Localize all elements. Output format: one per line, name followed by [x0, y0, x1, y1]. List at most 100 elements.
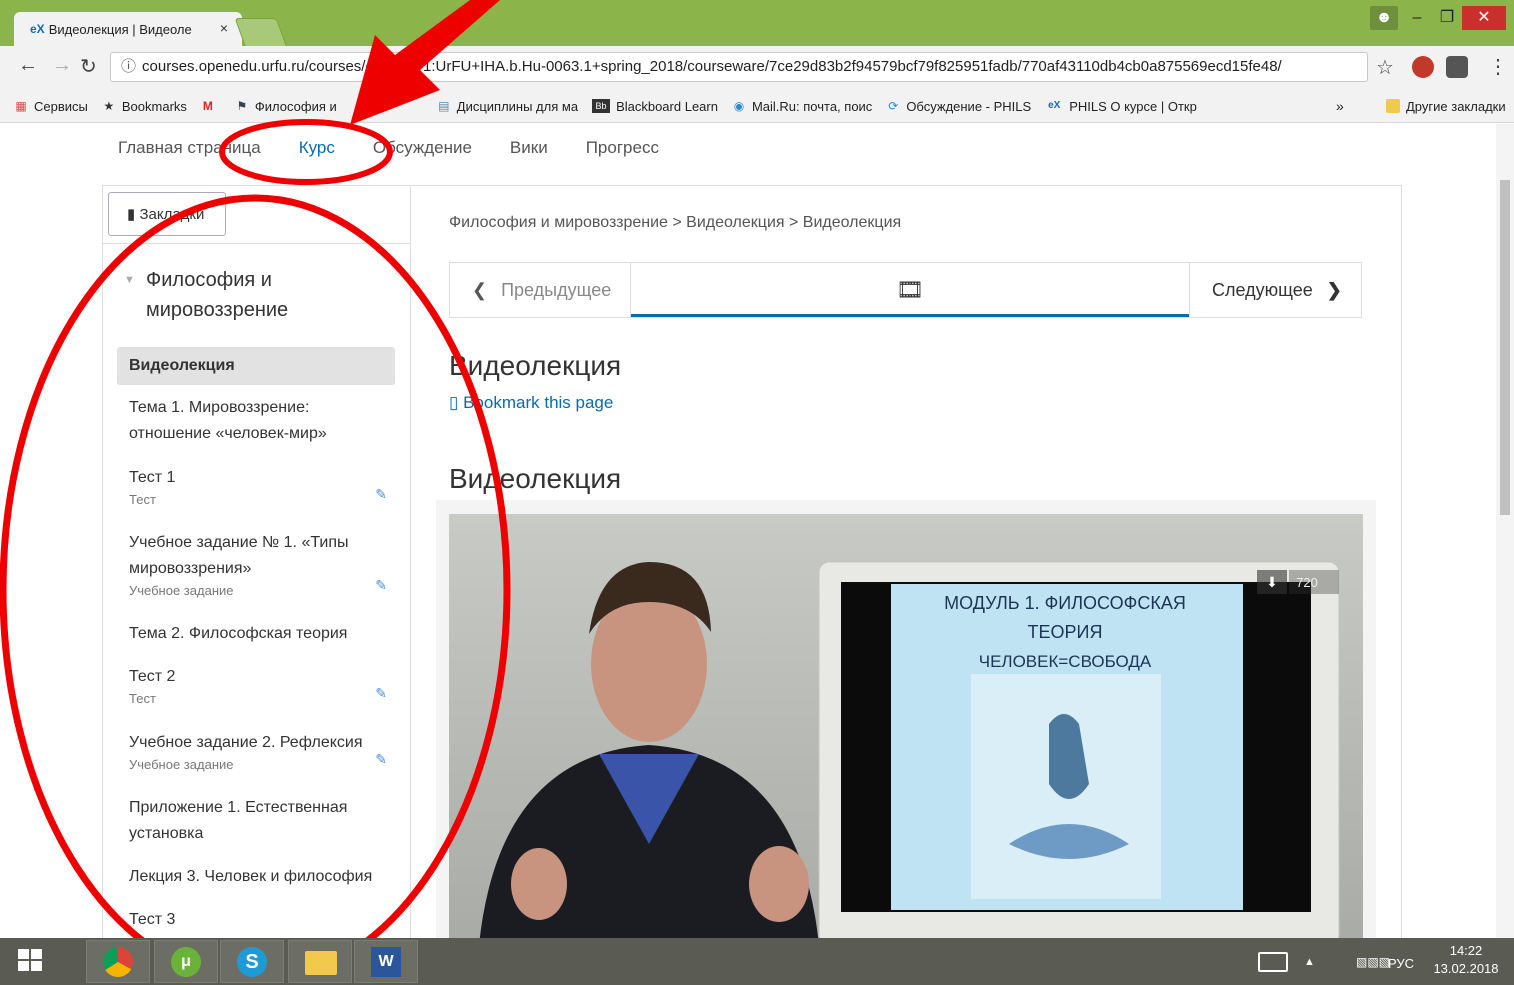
previous-button[interactable]: ❮ Предыдущее	[450, 263, 631, 317]
sidebar-item[interactable]: Тест 1 Тест ✎	[117, 465, 395, 509]
browser-tab[interactable]: eX Видеолекция | Видеоле ×	[14, 12, 242, 46]
edit-icon: ✎	[375, 751, 387, 767]
tab-course[interactable]: Курс	[299, 138, 335, 158]
video-frame-image: МОДУЛЬ 1. ФИЛОСОФСКАЯ ТЕОРИЯ ЧЕЛОВЕК=СВО…	[449, 514, 1363, 945]
tab-wiki[interactable]: Вики	[510, 138, 548, 158]
scrollbar-thumb[interactable]	[1500, 180, 1510, 515]
chevron-left-icon: ❮	[472, 280, 488, 300]
window-close-icon[interactable]: ✕	[1462, 6, 1506, 30]
course-tabs: Главная страница Курс Обсуждение Вики Пр…	[118, 138, 697, 158]
bookmark-icon: ▮	[127, 206, 136, 223]
forward-arrow-icon[interactable]: →	[52, 54, 72, 77]
bookmark-page-link[interactable]: ▯ Bookmark this page	[449, 393, 613, 413]
back-arrow-icon[interactable]: ←	[18, 54, 38, 77]
m-logo-icon: M	[202, 99, 213, 113]
site-info-icon[interactable]: ⓘ	[121, 58, 136, 75]
edit-icon: ✎	[375, 577, 387, 593]
clock-date: 13.02.2018	[1433, 961, 1499, 976]
chrome-taskbar-icon[interactable]	[86, 940, 150, 983]
doc-icon: ▤	[438, 99, 450, 113]
divider	[102, 243, 410, 244]
bookmark-item[interactable]: ▦ Сервисы	[14, 99, 88, 114]
bookmark-item[interactable]: ▤ Дисциплины для ма	[437, 99, 578, 114]
bookmarks-button[interactable]: ▮ Закладки	[108, 192, 226, 236]
sidebar-item[interactable]: Лекция 3. Человек и философия	[117, 864, 395, 890]
browser-menu-icon[interactable]: ⋮	[1488, 54, 1508, 79]
flag-icon: ⚑	[236, 99, 248, 113]
word-taskbar-icon[interactable]: W	[354, 940, 418, 983]
edx-favicon-icon: eX	[30, 22, 45, 36]
spinner-icon: ⟳	[888, 99, 899, 113]
film-icon: 🎞	[896, 277, 924, 302]
svg-text:⬇: ⬇	[1266, 574, 1278, 590]
sidebar-item[interactable]: Тема 2. Философская теория	[117, 621, 395, 647]
bookmark-item[interactable]: ⚑ Философия и	[235, 99, 337, 114]
url-text: courses.openedu.urfu.ru/courses/course-v…	[142, 58, 1282, 75]
bookmark-star-icon[interactable]: ☆	[1376, 55, 1394, 80]
video-player[interactable]: МОДУЛЬ 1. ФИЛОСОФСКАЯ ТЕОРИЯ ЧЕЛОВЕК=СВО…	[449, 514, 1363, 945]
chevron-right-icon: ❯	[1326, 280, 1342, 300]
tab-progress[interactable]: Прогресс	[586, 138, 659, 158]
unit-title: Видеолекция	[449, 350, 622, 381]
mailru-icon: ◉	[733, 99, 745, 113]
windows-start-icon[interactable]	[10, 940, 66, 983]
bookmark-item[interactable]: Bb Blackboard Learn	[592, 99, 718, 114]
star-icon: ★	[103, 99, 115, 113]
video-unit-tab[interactable]: 🎞	[631, 263, 1189, 317]
adblock-extension-icon[interactable]	[1412, 56, 1434, 78]
utorrent-taskbar-icon[interactable]: μ	[154, 940, 218, 983]
chapter-heading[interactable]: ▼ Философия и мировоззрение	[124, 265, 384, 325]
bookmark-item[interactable]: M	[201, 99, 221, 113]
browser-titlebar: eX Видеолекция | Видеоле × ☻ – ❐ ✕	[0, 0, 1514, 48]
network-signal-icon[interactable]: ▧▧▧	[1356, 955, 1390, 969]
quality-label: 720	[1296, 575, 1318, 590]
next-button[interactable]: Следующее ❯	[1189, 263, 1361, 317]
keyboard-icon[interactable]	[1258, 952, 1288, 972]
reload-icon[interactable]: ↻	[80, 54, 97, 79]
sidebar-item-active[interactable]: Видеолекция	[117, 347, 395, 385]
file-explorer-taskbar-icon[interactable]	[288, 940, 352, 983]
bookmark-item[interactable]: ⟳ Обсуждение - PHILS	[886, 99, 1031, 114]
tab-close-icon[interactable]: ×	[220, 20, 228, 36]
sidebar-item[interactable]: Приложение 1. Естественная установка	[117, 795, 395, 847]
video-title: Видеолекция	[449, 463, 622, 494]
bookmark-item[interactable]: ◉ Mail.Ru: почта, поис	[732, 99, 873, 114]
user-profile-icon[interactable]: ☻	[1370, 6, 1398, 30]
sequence-navigation: ❮ Предыдущее 🎞 Следующее ❯	[449, 262, 1362, 318]
folder-icon	[1386, 99, 1400, 113]
skype-taskbar-icon[interactable]: S	[220, 940, 284, 983]
maximize-icon[interactable]: ❐	[1430, 6, 1464, 30]
sidebar-item[interactable]: Учебное задание 2. Рефлексия Учебное зад…	[117, 730, 395, 774]
edit-icon: ✎	[375, 685, 387, 701]
apps-grid-icon: ▦	[15, 99, 27, 113]
sidebar-item[interactable]: Тест 2 Тест ✎	[117, 664, 395, 708]
tab-title: Видеолекция | Видеоле	[48, 21, 192, 37]
edit-icon: ✎	[375, 486, 387, 502]
course-sidebar: ▮ Закладки ▼ Философия и мировоззрение В…	[102, 185, 411, 945]
bookmark-outline-icon: ▯	[449, 393, 459, 412]
clock-time: 14:22	[1449, 943, 1483, 958]
url-input[interactable]: ⓘ courses.openedu.urfu.ru/courses/course-…	[110, 52, 1368, 82]
slide-line-3: ЧЕЛОВЕК=СВОБОДА	[979, 652, 1152, 671]
tab-discussion[interactable]: Обсуждение	[373, 138, 472, 158]
tray-expand-icon[interactable]: ▲	[1304, 956, 1315, 968]
edx-icon: eX	[1048, 100, 1061, 111]
bookmarks-overflow-icon[interactable]: »	[1336, 98, 1344, 114]
bookmark-item[interactable]: ★ Bookmarks	[102, 99, 186, 114]
address-toolbar: ← → ↻ ⓘ courses.openedu.urfu.ru/courses/c…	[0, 46, 1514, 90]
other-bookmarks[interactable]: Другие закладки	[1386, 99, 1506, 114]
slide-line-1: МОДУЛЬ 1. ФИЛОСОФСКАЯ	[944, 593, 1186, 613]
minimize-icon[interactable]: –	[1400, 6, 1434, 30]
sidebar-item[interactable]: Учебное задание № 1. «Типы мировоззрения…	[117, 530, 395, 600]
sidebar-item[interactable]: Тема 1. Мировоззрение: отношение «челове…	[117, 395, 395, 447]
extension-icon[interactable]	[1446, 56, 1468, 78]
new-tab-button[interactable]	[234, 18, 288, 48]
collapse-triangle-icon: ▼	[124, 274, 135, 286]
tab-home[interactable]: Главная страница	[118, 138, 261, 158]
sidebar-item[interactable]: Тест 3	[117, 907, 395, 933]
system-clock[interactable]: 14:22 13.02.2018	[1432, 942, 1500, 978]
bookmarks-bar: ▦ Сервисы ★ Bookmarks M ⚑ Философия и ▤ Дисц…	[0, 90, 1514, 123]
slide-line-2: ТЕОРИЯ	[1028, 622, 1103, 642]
bookmark-item[interactable]: eX PHILS О курсе | Откр	[1045, 99, 1197, 114]
language-indicator[interactable]: РУС	[1388, 956, 1414, 971]
